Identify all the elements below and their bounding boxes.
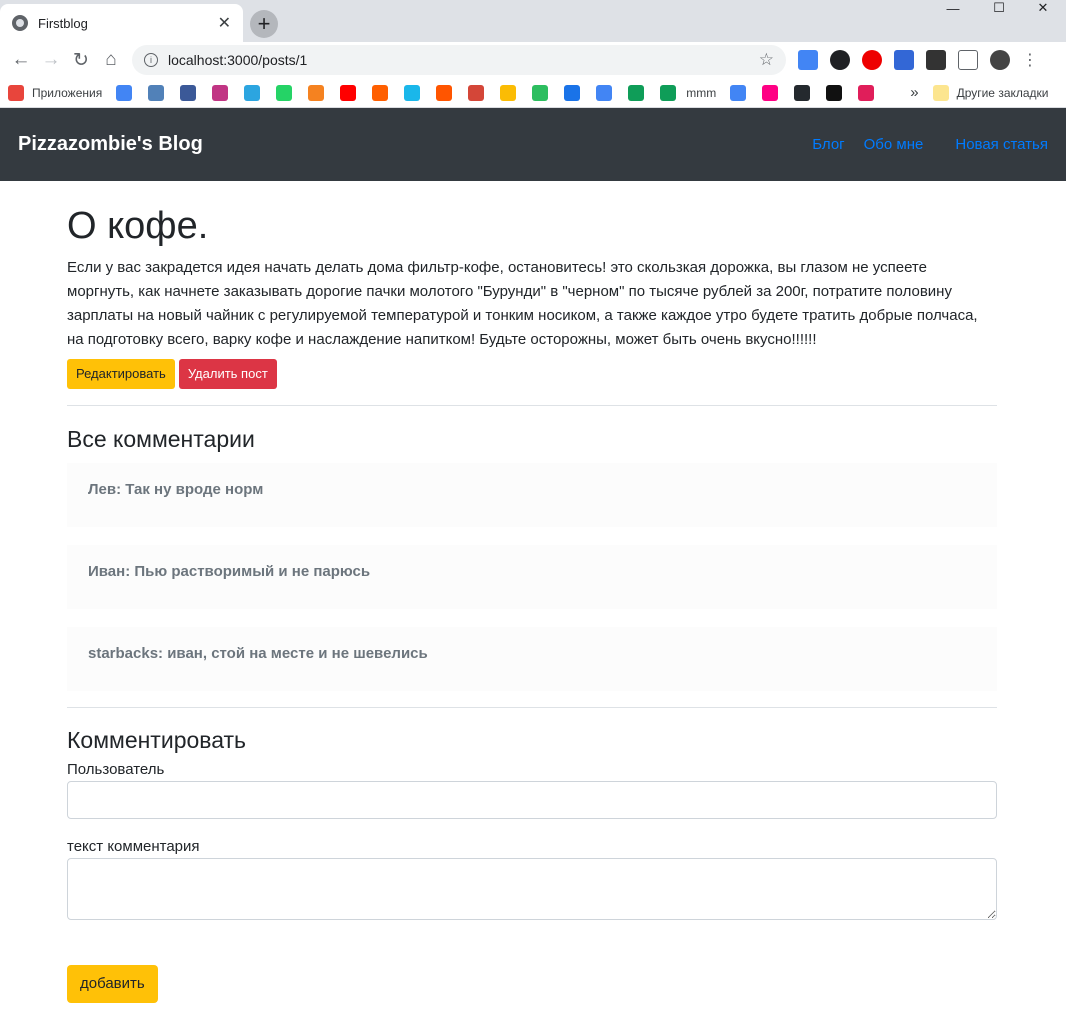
comments-heading: Все комментарии [67,425,255,452]
bookmark-icon[interactable] [596,84,613,101]
download-extension-icon[interactable] [894,50,914,70]
divider [67,707,997,709]
bookmark-icon[interactable] [794,84,811,101]
browser-tabstrip: Firstblog ✕ + — ☐ ✕ [0,0,1066,42]
info-icon[interactable]: i [144,53,158,67]
nav-links: Блог Обо мне Новая статья [812,136,1048,153]
new-tab-button[interactable]: + [250,10,278,38]
comment-item: Иван: Пью растворимый и не парюсь [67,545,997,610]
folder-icon [932,84,949,101]
profile-avatar[interactable] [990,50,1010,70]
bookmark-icon[interactable] [244,84,261,101]
bookmark-icon[interactable] [340,84,357,101]
extension-icon[interactable] [830,50,850,70]
bookmark-star-icon[interactable]: ☆ [759,50,774,70]
bookmark-icon[interactable] [404,84,421,101]
bookmark-icon[interactable] [858,84,875,101]
delete-post-button[interactable]: Удалить пост [178,358,277,389]
bookmark-icon[interactable] [762,84,779,101]
translate-extension-icon[interactable] [798,50,818,70]
reload-button[interactable]: ↻ [66,45,96,75]
tab-close-icon[interactable]: ✕ [218,13,231,33]
on-extension-icon[interactable] [926,50,946,70]
bookmark-other[interactable]: Другие закладки [957,86,1049,100]
site-navbar: Pizzazombie's Blog Блог Обо мне Новая ст… [0,108,1066,181]
bookmark-icon[interactable] [148,84,165,101]
maximize-button[interactable]: ☐ [976,0,1022,16]
bookmark-icon[interactable] [468,84,485,101]
bookmark-apps[interactable]: Приложения [32,86,102,100]
site-brand[interactable]: Pizzazombie's Blog [18,133,203,156]
url-text: localhost:3000/posts/1 [168,52,308,68]
globe-icon [12,15,28,31]
bookmark-icon[interactable] [180,84,197,101]
bookmark-icon[interactable] [212,84,229,101]
nav-about-link[interactable]: Обо мне [864,136,924,153]
media-control-icon[interactable] [958,50,978,70]
comment-item: Лев: Так ну вроде норм [67,463,997,528]
main-content: О кофе. Если у вас закрадется идея начат… [67,182,997,1003]
browser-toolbar: ← → ↻ ⌂ i localhost:3000/posts/1 ☆ ⋮ [0,42,1066,78]
nav-blog-link[interactable]: Блог [812,136,844,153]
bookmark-icon[interactable] [308,84,325,101]
bookmark-icon[interactable] [500,84,517,101]
bookmarks-more-icon[interactable]: » [910,84,918,101]
bookmark-icon[interactable] [660,84,677,101]
tab-title: Firstblog [38,15,88,31]
close-window-button[interactable]: ✕ [1020,0,1066,16]
bookmarks-bar: Приложения mmm » Другие закладки [0,78,1066,108]
nav-new-post-link[interactable]: Новая статья [955,136,1048,153]
bookmark-icon[interactable] [372,84,389,101]
minimize-button[interactable]: — [930,0,976,16]
forward-button[interactable]: → [36,45,66,75]
back-button[interactable]: ← [6,45,36,75]
bookmark-icon[interactable] [564,84,581,101]
bookmark-icon[interactable] [116,84,133,101]
menu-kebab-icon[interactable]: ⋮ [1022,50,1038,70]
address-bar[interactable]: i localhost:3000/posts/1 ☆ [132,45,786,75]
bookmark-icon[interactable] [826,84,843,101]
bookmark-icon[interactable] [730,84,747,101]
browser-tab[interactable]: Firstblog ✕ [0,4,243,42]
edit-post-button[interactable]: Редактировать [67,358,175,389]
comment-textarea[interactable] [67,857,997,920]
user-label: Пользователь [67,760,165,778]
comment-text-label: текст комментария [67,837,200,855]
adblock-extension-icon[interactable] [862,50,882,70]
post-body: Если у вас закрадется идея начать делать… [67,258,978,348]
submit-comment-button[interactable]: добавить [67,964,158,1003]
post-title: О кофе. [67,205,209,247]
bookmark-icon[interactable] [628,84,645,101]
bookmark-icon[interactable] [532,84,549,101]
bookmark-mmm[interactable]: mmm [686,86,716,100]
comment-form-heading: Комментировать [67,727,247,754]
bookmark-icon[interactable] [436,84,453,101]
bookmark-icon[interactable] [276,84,293,101]
home-button[interactable]: ⌂ [96,45,126,75]
divider [67,404,997,406]
comment-item: starbacks: иван, стой на месте и не шеве… [67,627,997,692]
post-actions: Редактировать Удалить пост [67,358,997,389]
apps-grid-icon[interactable] [8,84,24,101]
user-input[interactable] [67,780,997,819]
